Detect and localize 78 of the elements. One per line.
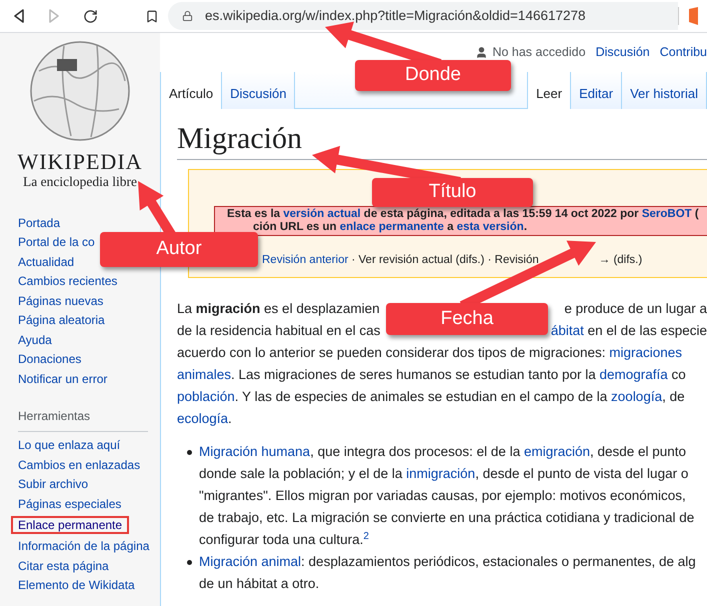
- article-link[interactable]: animales: [177, 367, 232, 382]
- article-link[interactable]: migraciones: [609, 345, 682, 360]
- paragraph-text: ecología.: [177, 410, 232, 428]
- paragraph-text: población. Y las de especies de animales se estudian en el campo de la zoología, de: [177, 388, 685, 406]
- article-link[interactable]: Migración humana: [199, 444, 310, 459]
- article-link[interactable]: Migración animal: [199, 554, 302, 569]
- list-item-text: Migración animal: desplazamientos periódicos, estacionales o permanentes, de alg: [199, 553, 696, 571]
- list-item-text: de trabajo, etc. La migración se convierte en una práctica cotidiana y tradicional de: [199, 509, 694, 527]
- personal-link[interactable]: Contribu: [660, 43, 707, 62]
- annotation-label: Donde: [355, 60, 511, 91]
- article-link[interactable]: emigración: [524, 444, 590, 459]
- bullet-icon: [187, 560, 192, 565]
- article-link[interactable]: inmigración: [406, 466, 476, 481]
- login-status: No has accedido: [492, 44, 586, 62]
- list-item-text: donde sale la población; y el de la inmigración, desde el punto de vista del lugar o: [199, 465, 688, 483]
- annotation-label: Fecha: [386, 303, 548, 335]
- bullet-icon: [187, 450, 192, 455]
- shield-icon[interactable]: [689, 7, 698, 25]
- url-text: es.wikipedia.org/w/index.php?title=Migración&oldid=146617278: [205, 6, 586, 25]
- view-tab[interactable]: Editar: [571, 72, 622, 109]
- sidebar-link[interactable]: Página aleatoria: [18, 313, 105, 328]
- sidebar-link[interactable]: Donaciones: [18, 352, 82, 366]
- list-item-text: Migración humana, que integra dos procesos: el de la emigración, desde el punto: [199, 443, 686, 461]
- article-link[interactable]: Revisión anterior: [262, 254, 348, 266]
- annotation-label: Autor: [100, 232, 258, 267]
- lock-icon: [182, 10, 193, 22]
- list-item-text: de un hábitat a otro.: [199, 575, 320, 593]
- article-link[interactable]: ábitat: [550, 323, 584, 338]
- sidebar-link[interactable]: Cambios en enlazadas: [18, 458, 140, 472]
- list-item-text: configurar toda una cultura.$^{2}$: [199, 530, 369, 549]
- user-icon: [475, 46, 488, 59]
- sidebar-link[interactable]: Portal de la co: [18, 235, 95, 250]
- sidebar-link[interactable]: Lo que enlaza aquí: [18, 438, 120, 452]
- paragraph-text: de la residencia habitual en el cas: [177, 322, 380, 340]
- paragraph-text: animales. Las migraciones de seres humanos se estudian tanto por la demografía co: [177, 366, 686, 384]
- article-link[interactable]: demografía: [600, 367, 668, 382]
- sidebar-link[interactable]: Cambios recientes: [18, 274, 118, 288]
- page-title: Migración: [177, 121, 303, 157]
- sidebar-link[interactable]: Subir archivo: [18, 477, 88, 492]
- list-item-text: "migrantes". Ellos migran por variadas causas, por ejemplo: motivos económicos,: [199, 487, 686, 505]
- article-link[interactable]: SeroBOT: [642, 208, 692, 220]
- revision-nav: → (difs.): [598, 253, 642, 268]
- section-heading: Herramientas: [18, 408, 90, 422]
- view-tab[interactable]: Ver historial: [622, 72, 707, 109]
- article-link[interactable]: población: [177, 389, 235, 404]
- back-icon[interactable]: [13, 9, 25, 23]
- notice-text: Esta es la versión actual de esta página, editada a las 15:59 14 oct 2022 por SeroBOT (: [227, 208, 699, 221]
- paragraph-text: ábitat en el de las especie: [550, 322, 707, 340]
- address-bar[interactable]: es.wikipedia.org/w/index.php?title=Migración&oldid=146617278: [168, 2, 678, 30]
- paragraph-text: acuerdo con lo anterior se pueden considerar dos tipos de migraciones: migraciones: [177, 344, 682, 362]
- article-link[interactable]: ecología: [177, 411, 228, 426]
- globe-logo-icon[interactable]: [29, 41, 131, 141]
- paragraph-text: La migración es el desplazamien: [177, 300, 380, 318]
- article-link[interactable]: versión actual: [283, 208, 361, 220]
- sidebar-link[interactable]: Notificar un error: [18, 372, 108, 386]
- reload-icon[interactable]: [83, 8, 98, 24]
- wordmark: WIKIPEDIA: [16, 150, 144, 174]
- sidebar-link[interactable]: Páginas nuevas: [18, 294, 104, 308]
- sidebar-link[interactable]: Portada: [18, 216, 60, 230]
- sidebar-link[interactable]: Elemento de Wikidata: [18, 578, 135, 592]
- notice-text: ción URL es un enlace permanente a esta versión.: [253, 221, 528, 234]
- sidebar-link[interactable]: Actualidad: [18, 254, 74, 269]
- sidebar-link[interactable]: Citar esta página: [18, 558, 109, 573]
- sidebar-link[interactable]: Enlace permanente: [11, 516, 130, 534]
- revision-nav: Revisión anterior · Ver revisión actual (difs.) · Revisión: [262, 253, 539, 268]
- tagline: La enciclopedia libre: [22, 174, 138, 190]
- sidebar-link[interactable]: Páginas especiales: [18, 496, 122, 511]
- sidebar-link[interactable]: Información de la página: [18, 539, 150, 554]
- paragraph-text: e produce de un lugar a: [564, 300, 707, 318]
- article-link[interactable]: zoología: [611, 389, 662, 404]
- bookmark-icon[interactable]: [145, 8, 159, 24]
- personal-link[interactable]: Discusión: [596, 43, 650, 62]
- page-tab[interactable]: Discusión: [222, 72, 296, 109]
- sidebar-link[interactable]: Ayuda: [18, 332, 52, 347]
- article-link[interactable]: enlace permanente: [340, 221, 444, 233]
- article-link[interactable]: esta versión: [456, 221, 524, 233]
- footnote-link[interactable]: 2: [363, 531, 369, 542]
- annotation-label: Título: [372, 178, 533, 207]
